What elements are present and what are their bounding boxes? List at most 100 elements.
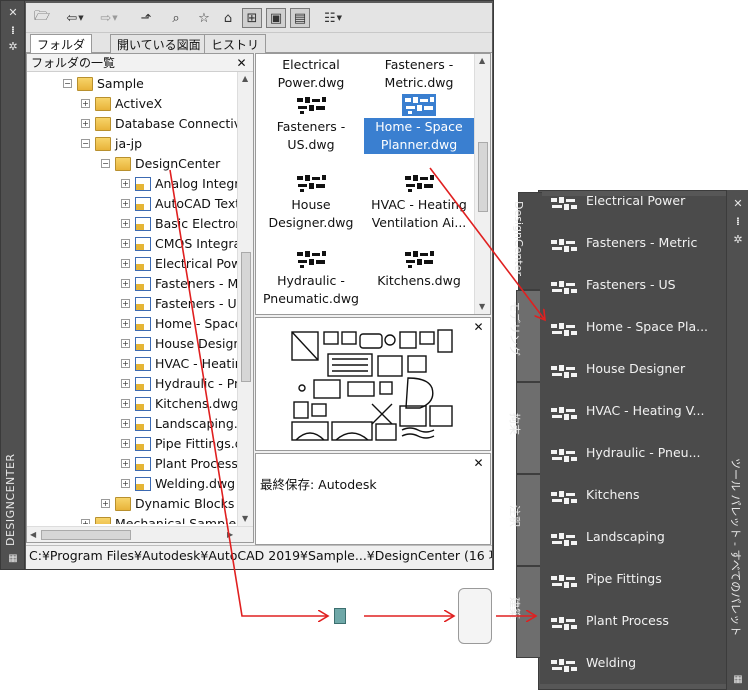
scroll-thumb[interactable] xyxy=(241,252,251,382)
tree-vertical-scrollbar[interactable]: ▲ ▼ xyxy=(237,72,253,526)
tab-history[interactable]: ヒストリ xyxy=(204,34,267,53)
favorites-button[interactable]: ☆ xyxy=(194,8,214,28)
collapse-icon[interactable]: − xyxy=(63,79,72,88)
tree-item[interactable]: + Welding.dwg xyxy=(27,474,237,494)
home-button[interactable]: ⌂ xyxy=(218,8,238,28)
collapse-icon[interactable]: − xyxy=(81,139,90,148)
expand-icon[interactable]: + xyxy=(121,439,130,448)
palette-tool[interactable]: HVAC - Heating V... xyxy=(550,396,728,426)
views-button[interactable]: ☷ ▼ xyxy=(318,8,348,28)
palette-tool[interactable]: Plant Process xyxy=(550,606,728,636)
close-icon[interactable]: ✕ xyxy=(235,57,248,70)
grip-icon[interactable]: ▦ xyxy=(732,674,744,686)
palette-tab-modeling[interactable]: モデリング xyxy=(508,290,540,382)
properties-icon[interactable]: ✲ xyxy=(7,41,19,53)
expand-icon[interactable]: + xyxy=(121,299,130,308)
scroll-up-icon[interactable]: ▲ xyxy=(242,74,248,83)
expand-icon[interactable]: + xyxy=(121,459,130,468)
expand-icon[interactable]: + xyxy=(121,339,130,348)
drawing-item[interactable]: Home - Space Planner.dwg xyxy=(364,94,474,154)
tree-item[interactable]: + ActiveX xyxy=(27,94,237,114)
tree-item[interactable]: + Landscaping.dwg xyxy=(27,414,237,434)
palette-tab-annotation[interactable]: 注釈 xyxy=(508,474,540,566)
expand-icon[interactable]: + xyxy=(101,499,110,508)
drawing-item[interactable]: House Designer.dwg xyxy=(256,172,366,232)
drawing-item[interactable]: Fasteners - Metric.dwg xyxy=(364,54,474,92)
tree-item[interactable]: + Analog Integrate xyxy=(27,174,237,194)
expand-icon[interactable]: + xyxy=(121,279,130,288)
palette-tool[interactable]: Electrical Power xyxy=(550,196,728,216)
tree-item[interactable]: + Kitchens.dwg xyxy=(27,394,237,414)
drawing-item[interactable]: Kitchens.dwg xyxy=(364,248,474,290)
forward-button[interactable]: ⇨ ▼ xyxy=(94,8,124,28)
expand-icon[interactable]: + xyxy=(121,419,130,428)
scroll-left-icon[interactable]: ◀ xyxy=(30,530,36,539)
drawing-item[interactable]: Hydraulic - Pneumatic.dwg xyxy=(256,248,366,308)
tree-item[interactable]: − Sample xyxy=(27,74,237,94)
palette-tool[interactable]: Kitchens xyxy=(550,480,728,510)
tree-item[interactable]: + Dynamic Blocks xyxy=(27,494,237,514)
expand-icon[interactable]: + xyxy=(121,379,130,388)
expand-icon[interactable]: + xyxy=(121,199,130,208)
palette-tool[interactable]: Hydraulic - Pneu... xyxy=(550,438,728,468)
scroll-up-icon[interactable]: ▲ xyxy=(479,56,485,65)
scroll-right-icon[interactable]: ▶ xyxy=(227,530,233,539)
close-icon[interactable]: ✕ xyxy=(732,198,744,210)
expand-icon[interactable]: + xyxy=(81,119,90,128)
tree-item[interactable]: − ja-jp xyxy=(27,134,237,154)
expand-icon[interactable]: + xyxy=(121,319,130,328)
scroll-thumb[interactable] xyxy=(478,142,488,212)
grip-icon[interactable]: ▦ xyxy=(7,553,19,565)
palette-tab-constraints[interactable]: 拘束 xyxy=(508,382,540,474)
palette-tool[interactable]: Welding xyxy=(550,648,728,678)
tree-item[interactable]: + Database Connectivity xyxy=(27,114,237,134)
palette-tool[interactable]: Fasteners - US xyxy=(550,270,728,300)
search-button[interactable]: ⌕ xyxy=(166,8,186,28)
tree-item[interactable]: + AutoCAD Textsty xyxy=(27,194,237,214)
expand-icon[interactable]: + xyxy=(121,259,130,268)
scroll-thumb[interactable] xyxy=(41,530,131,540)
close-icon[interactable]: ✕ xyxy=(7,7,19,19)
tree-item[interactable]: + Basic Electronics xyxy=(27,214,237,234)
load-button[interactable]: 🗁 xyxy=(32,8,52,28)
autohide-icon[interactable]: ⁞ xyxy=(732,216,744,228)
tree-item[interactable]: + Mechanical Sample xyxy=(27,514,237,524)
tab-folders[interactable]: フォルダ xyxy=(30,34,93,54)
palette-tool[interactable]: House Designer xyxy=(550,354,728,384)
properties-icon[interactable]: ✲ xyxy=(732,234,744,246)
tree-item[interactable]: + CMOS Integrated xyxy=(27,234,237,254)
scroll-down-icon[interactable]: ▼ xyxy=(242,514,248,523)
tool-palette-title-bar[interactable]: ✕ ⁞ ✲ ツール パレット - すべてのパレット ▦ xyxy=(726,190,748,690)
preview-button[interactable]: ▣ xyxy=(266,8,286,28)
tree-view-toggle-button[interactable]: ⊞ xyxy=(242,8,262,28)
expand-icon[interactable]: + xyxy=(121,479,130,488)
drawing-item[interactable]: Electrical Power.dwg xyxy=(256,54,366,92)
close-icon[interactable]: ✕ xyxy=(472,321,485,334)
palette-tool[interactable]: Fasteners - Metric xyxy=(550,228,728,258)
palette-tab-designcenter[interactable]: DesignCenter xyxy=(512,192,542,290)
palette-tool[interactable]: Pipe Fittings xyxy=(550,564,728,594)
tree-item[interactable]: + Hydraulic - Pneu xyxy=(27,374,237,394)
content-vertical-scrollbar[interactable]: ▲ ▼ xyxy=(474,54,490,314)
expand-icon[interactable]: + xyxy=(121,399,130,408)
tree-item[interactable]: + House Designer. xyxy=(27,334,237,354)
collapse-icon[interactable]: − xyxy=(101,159,110,168)
tab-open-drawings[interactable]: 開いている図面 xyxy=(110,34,208,53)
description-button[interactable]: ▤ xyxy=(290,8,310,28)
drawing-item[interactable]: HVAC - Heating Ventilation Ai... xyxy=(364,172,474,232)
tree-item[interactable]: + Home - Space Pl xyxy=(27,314,237,334)
expand-icon[interactable]: + xyxy=(81,519,90,524)
expand-icon[interactable]: + xyxy=(121,219,130,228)
tree-item[interactable]: + HVAC - Heating xyxy=(27,354,237,374)
palette-tab-architecture[interactable]: 建築 xyxy=(508,566,540,658)
expand-icon[interactable]: + xyxy=(121,359,130,368)
close-icon[interactable]: ✕ xyxy=(472,457,485,470)
expand-icon[interactable]: + xyxy=(121,179,130,188)
tree-item[interactable]: + Pipe Fittings.dwg xyxy=(27,434,237,454)
autohide-icon[interactable]: ⁞ xyxy=(7,25,19,37)
scroll-down-icon[interactable]: ▼ xyxy=(479,302,485,311)
tree-item[interactable]: + Plant Process.dw xyxy=(27,454,237,474)
tree-item[interactable]: + Electrical Power. xyxy=(27,254,237,274)
tree-horizontal-scrollbar[interactable]: ◀ ▶ xyxy=(27,526,253,542)
up-button[interactable]: ⬏ xyxy=(136,8,156,28)
